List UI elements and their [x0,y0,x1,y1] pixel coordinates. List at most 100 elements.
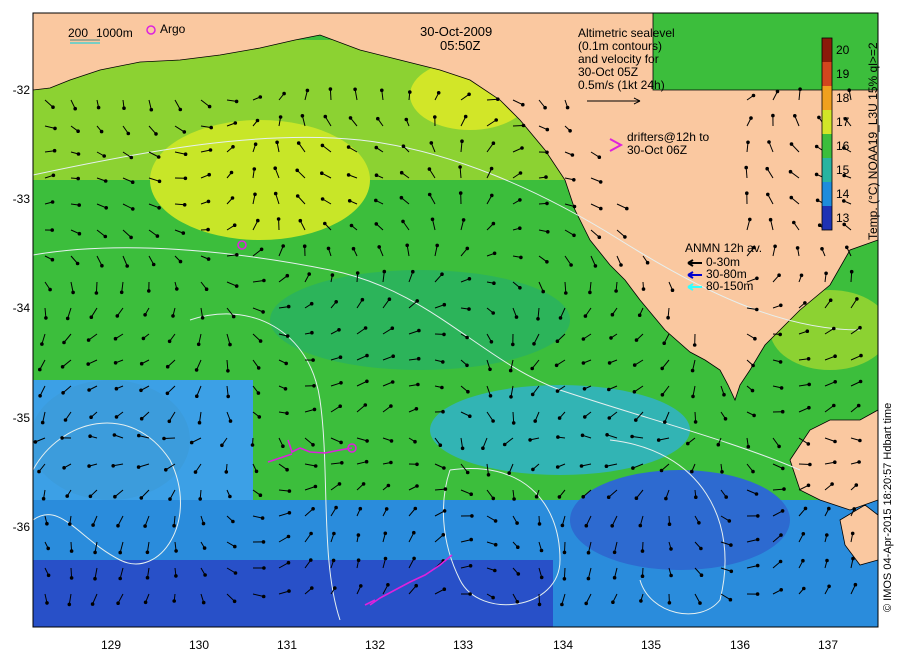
velocity-arrow-head [361,482,366,486]
velocity-arrow-head [491,419,495,423]
velocity-arrow-head [383,531,388,536]
velocity-arrow-head [560,602,564,607]
velocity-arrow-head [488,394,493,398]
velocity-arrow-head [467,307,471,311]
velocity-arrow-head [358,506,363,511]
velocity-arrow-head [491,496,496,501]
velocity-arrow-head [697,521,701,525]
velocity-arrow-head [204,287,209,292]
velocity-arrow-head [384,507,389,511]
velocity-arrow-head [94,291,99,295]
velocity-arrow-head [625,206,629,211]
velocity-arrow-head [593,264,598,268]
velocity-arrow-head [129,235,133,240]
velocity-arrow-head [488,367,492,372]
velocity-arrow-head [151,262,156,267]
velocity-arrow-head [174,574,178,578]
velocity-arrow-head [232,599,237,604]
velocity-arrow-head [102,154,106,158]
velocity-arrow-head [386,583,390,587]
velocity-arrow-head [404,117,409,122]
velocity-arrow-head [118,576,122,581]
velocity-arrow-head [235,253,239,257]
velocity-arrow-head [346,173,351,177]
velocity-arrow-head [360,297,365,302]
velocity-arrow-head [458,191,463,195]
cyan-patch [430,385,690,475]
velocity-arrow-head [825,533,829,537]
velocity-arrow-head [555,465,560,469]
velocity-arrow-head [233,571,238,575]
velocity-arrow-head [167,419,172,424]
velocity-arrow-head [572,233,576,238]
velocity-arrow-head [815,198,820,203]
velocity-arrow-head [258,493,263,498]
velocity-arrow-head [122,106,126,110]
velocity-arrow-head [141,336,146,341]
velocity-arrow-head [256,218,260,223]
velocity-arrow-head [285,334,290,338]
x-tick: 132 [364,638,386,652]
velocity-arrow-head [275,140,279,145]
velocity-arrow-head [669,573,673,578]
velocity-arrow-head [802,586,806,591]
velocity-arrow-head [206,257,211,261]
velocity-arrow-head [310,330,314,335]
velocity-arrow-head [690,368,695,373]
velocity-arrow-head [779,588,784,592]
depth-1000-label: 1000m [96,26,133,40]
velocity-arrow-head [543,105,547,110]
velocity-arrow-head [285,411,289,416]
velocity-arrow-head [65,316,70,321]
y-tick: -36 [12,520,30,534]
velocity-arrow-head [512,497,516,501]
velocity-arrow-head [798,87,802,91]
velocity-arrow-head [73,106,77,111]
velocity-arrow-head [405,243,410,248]
velocity-arrow-head [284,361,289,366]
velocity-arrow-head [50,257,55,262]
velocity-arrow-head [209,125,213,130]
velocity-arrow-head [789,195,794,200]
velocity-arrow-head [252,167,257,171]
velocity-arrow-head [401,219,405,224]
velocity-arrow-head [320,197,325,201]
velocity-arrow-head [619,263,623,267]
velocity-arrow-head [103,234,108,239]
velocity-arrow-head [825,558,829,563]
cold-eddy-2 [570,470,790,570]
velocity-arrow-head [143,600,148,605]
velocity-arrow-head [326,246,331,251]
velocity-arrow-head [311,443,315,447]
velocity-arrow-head [365,353,369,358]
velocity-arrow-head [850,531,855,536]
velocity-arrow-head [139,361,144,366]
velocity-arrow-head [442,466,446,470]
velocity-arrow-head [748,217,752,222]
velocity-arrow-head [465,246,470,251]
velocity-arrow-head [667,522,672,527]
x-tick: 130 [188,638,210,652]
velocity-arrow-head [189,440,194,445]
velocity-arrow-head [182,130,187,134]
velocity-arrow-head [260,516,265,520]
velocity-arrow-head [663,420,667,424]
velocity-arrow-head [849,269,854,274]
velocity-arrow-head [76,176,80,181]
velocity-arrow-head [519,255,523,260]
velocity-arrow-head [208,148,213,152]
velocity-arrow-head [768,217,773,222]
velocity-arrow-head [234,284,239,288]
velocity-arrow-head [793,114,797,118]
velocity-arrow-head [226,369,230,373]
velocity-arrow-head [560,523,565,528]
velocity-arrow-head [465,363,469,368]
velocity-arrow-head [467,277,472,281]
velocity-arrow-head [351,246,356,251]
velocity-arrow-head [755,276,759,281]
cbar-tick: 18 [836,91,850,105]
velocity-arrow-head [155,234,160,238]
velocity-arrow-head [111,464,115,468]
velocity-arrow-head [491,595,495,600]
velocity-arrow-head [458,165,462,169]
